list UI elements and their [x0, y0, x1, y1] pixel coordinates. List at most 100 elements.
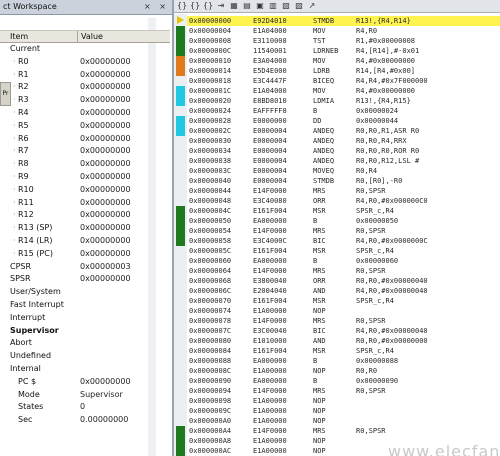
instruction-row[interactable]: 0x00000064 E14F0000 MRS R0,SPSR: [187, 266, 500, 276]
register-row[interactable]: · R3 0x00000000: [0, 94, 170, 106]
registers-icon[interactable]: ▦: [229, 1, 239, 11]
instruction-row[interactable]: 0x00000074 E1A00000 NOP: [187, 306, 500, 316]
register-row[interactable]: · R13 (SP) 0x00000000: [0, 222, 170, 234]
breakpoint-gutter[interactable]: [174, 14, 187, 456]
instruction-opcode: E3C00040: [253, 327, 287, 335]
tree-branch-icon: ·: [13, 146, 16, 156]
register-row[interactable]: · R9 0x00000000: [0, 171, 170, 183]
disasm-icon[interactable]: ▥: [268, 1, 278, 11]
perf-icon[interactable]: ▨: [294, 1, 304, 11]
instruction-row[interactable]: 0x00000020 E8BD8010 LDMIA R13!,{R4,R15}: [187, 96, 500, 106]
instruction-row[interactable]: 0x00000010 E3A04000 MOV R4,#0x00000000: [187, 56, 500, 66]
instruction-row[interactable]: 0x0000001C E1A04000 MOV R4,#0x00000000: [187, 86, 500, 96]
register-row[interactable]: · R14 (LR) 0x00000000: [0, 235, 170, 247]
workspace-title: ct Workspace: [3, 2, 57, 11]
instruction-mnemonic: ORR: [313, 197, 326, 205]
instruction-row[interactable]: 0x0000004C E161F004 MSR SPSR_c,R4: [187, 206, 500, 216]
instruction-mnemonic: BICEQ: [313, 77, 335, 85]
register-row[interactable]: · R15 (PC) 0x00000000: [0, 248, 170, 260]
register-row[interactable]: Fast Interrupt: [0, 299, 170, 311]
instruction-row[interactable]: 0x00000070 E161F004 MSR SPSR_c,R4: [187, 296, 500, 306]
instruction-row[interactable]: 0x00000008 E3110008 TST R1,#0x00000008: [187, 36, 500, 46]
step-out-icon[interactable]: {}: [203, 1, 213, 11]
instruction-row[interactable]: 0x00000090 EA000000 B 0x00000090: [187, 376, 500, 386]
instruction-row[interactable]: 0x00000004 E1A04000 MOV R4,R0: [187, 26, 500, 36]
register-row[interactable]: · R0 0x00000000: [0, 56, 170, 68]
instruction-row[interactable]: 0x00000030 E0000004 ANDEQ R0,R0,R4,RRX: [187, 136, 500, 146]
reset-icon[interactable]: ↗: [307, 1, 317, 11]
register-row[interactable]: Undefined: [0, 350, 170, 362]
instruction-row[interactable]: 0x00000060 EA000000 B 0x00000060: [187, 256, 500, 266]
instruction-row[interactable]: 0x0000005C E161F004 MSR SPSR_c,R4: [187, 246, 500, 256]
instruction-opcode: EA000000: [253, 357, 287, 365]
register-value: 0x00000000: [80, 236, 131, 245]
instruction-row[interactable]: 0x0000009C E1A00000 NOP: [187, 406, 500, 416]
instruction-row[interactable]: 0x0000006C E2004040 AND R4,R0,#0x00000040: [187, 286, 500, 296]
instruction-row[interactable]: 0x00000040 E0000004 STMDB R0,[R0],-R0: [187, 176, 500, 186]
memory-icon[interactable]: ▤: [242, 1, 252, 11]
serial-icon[interactable]: ▧: [281, 1, 291, 11]
instruction-row[interactable]: 0x00000084 E161F004 MSR SPSR_c,R4: [187, 346, 500, 356]
instruction-mnemonic: NOP: [313, 417, 326, 425]
instruction-row[interactable]: 0x00000088 EA000000 B 0x00000088: [187, 356, 500, 366]
instruction-row[interactable]: 0x00000044 E14F0000 MRS R0,SPSR: [187, 186, 500, 196]
instruction-row[interactable]: 0x00000034 E0000004 ANDEQ R0,R0,R0,ROR R0: [187, 146, 500, 156]
register-row[interactable]: Interrupt: [0, 312, 170, 324]
register-row[interactable]: · R11 0x00000000: [0, 197, 170, 209]
instruction-row[interactable]: 0x0000008C E1A00000 NOP R0,R0: [187, 366, 500, 376]
register-row[interactable]: · R6 0x00000000: [0, 133, 170, 145]
instruction-row[interactable]: 0x00000078 E14F0000 MRS R0,SPSR: [187, 316, 500, 326]
register-row[interactable]: · R4 0x00000000: [0, 107, 170, 119]
instruction-row[interactable]: 0x00000080 E1010000 AND R0,R0,#0x00000000: [187, 336, 500, 346]
register-row[interactable]: Abort: [0, 337, 170, 349]
instruction-row[interactable]: 0x00000058 E3C4000C BIC R4,R0,#0x0000000C: [187, 236, 500, 246]
step-over-icon[interactable]: {}: [190, 1, 200, 11]
instruction-row[interactable]: 0x00000094 E14F0000 MRS R0,SPSR: [187, 386, 500, 396]
instruction-row[interactable]: 0x0000003C E0000004 MOVEQ R0,R4: [187, 166, 500, 176]
register-row[interactable]: Mode Supervisor: [0, 389, 170, 401]
current-instruction-row[interactable]: 0x00000000 E92D4010 STMDB R13!,{R4,R14}: [187, 16, 500, 26]
instruction-row[interactable]: 0x000000A0 E1A00000 NOP: [187, 416, 500, 426]
register-row[interactable]: Current: [0, 43, 170, 55]
register-row[interactable]: · R1 0x00000000: [0, 69, 170, 81]
register-row[interactable]: · R5 0x00000000: [0, 120, 170, 132]
instruction-row[interactable]: 0x00000018 E3C4447F BICEQ R4,R4,#0x7F000000: [187, 76, 500, 86]
instruction-mnemonic: DD: [313, 117, 322, 125]
instruction-row[interactable]: 0x00000048 E3C40080 ORR R4,R0,#0x000000C0: [187, 196, 500, 206]
register-row[interactable]: · R12 0x00000000: [0, 209, 170, 221]
instruction-row[interactable]: 0x00000050 EA000000 B 0x00000050: [187, 216, 500, 226]
instruction-row[interactable]: 0x00000068 E3800040 ORR R0,R0,#0x00000040: [187, 276, 500, 286]
instruction-row[interactable]: 0x00000098 E1A00000 NOP: [187, 396, 500, 406]
register-row[interactable]: Supervisor: [0, 325, 170, 337]
instruction-row[interactable]: 0x00000038 E0000004 ANDEQ R0,R0,R12,LSL #: [187, 156, 500, 166]
instruction-row[interactable]: 0x0000002C E0000004 ANDEQ R0,R0,R1,ASR R0: [187, 126, 500, 136]
register-row[interactable]: SPSR 0x00000000: [0, 273, 170, 285]
instruction-row[interactable]: 0x00000014 E5D4E000 LDRB R14,[R4,#0x00]: [187, 66, 500, 76]
register-name: Sec: [18, 415, 33, 425]
register-row[interactable]: States 0: [0, 401, 170, 413]
workspace-close-icon[interactable]: × ×: [144, 0, 169, 14]
step-in-icon[interactable]: {}: [177, 1, 187, 11]
instruction-row[interactable]: 0x00000028 E0000000 DD 0x00000044: [187, 116, 500, 126]
register-row[interactable]: CPSR 0x00000003: [0, 261, 170, 273]
register-row[interactable]: · R10 0x00000000: [0, 184, 170, 196]
register-row[interactable]: · R7 0x00000000: [0, 145, 170, 157]
instruction-row[interactable]: 0x0000000C 11540001 LDRNEB R4,[R14],#-0x01: [187, 46, 500, 56]
tree-branch-icon: ·: [13, 172, 16, 181]
instruction-row[interactable]: 0x00000054 E14F0000 MRS R0,SPSR: [187, 226, 500, 236]
instruction-operands: R0,SPSR: [356, 267, 386, 275]
instruction-row[interactable]: 0x0000007C E3C00040 BIC R4,R0,#0x00000040: [187, 326, 500, 336]
register-row[interactable]: · R8 0x00000000: [0, 158, 170, 170]
run-to-cursor-icon[interactable]: ⇥: [216, 1, 226, 11]
register-row[interactable]: User/System: [0, 286, 170, 298]
register-row[interactable]: PC $ 0x00000000: [0, 376, 170, 388]
column-header-item[interactable]: Item: [10, 31, 28, 42]
instruction-row[interactable]: 0x00000024 EAFFFFF8 B 0x00000024: [187, 106, 500, 116]
instruction-row[interactable]: 0x000000A4 E14F0000 MRS R0,SPSR: [187, 426, 500, 436]
register-row[interactable]: Internal: [0, 363, 170, 375]
column-header-value[interactable]: Value: [77, 31, 103, 42]
register-row[interactable]: Sec 0.00000000: [0, 414, 170, 426]
watch-icon[interactable]: ▣: [255, 1, 265, 11]
instruction-operands: R0,R0,R1,ASR R0: [356, 127, 420, 135]
register-row[interactable]: · R2 0x00000000: [0, 81, 170, 93]
